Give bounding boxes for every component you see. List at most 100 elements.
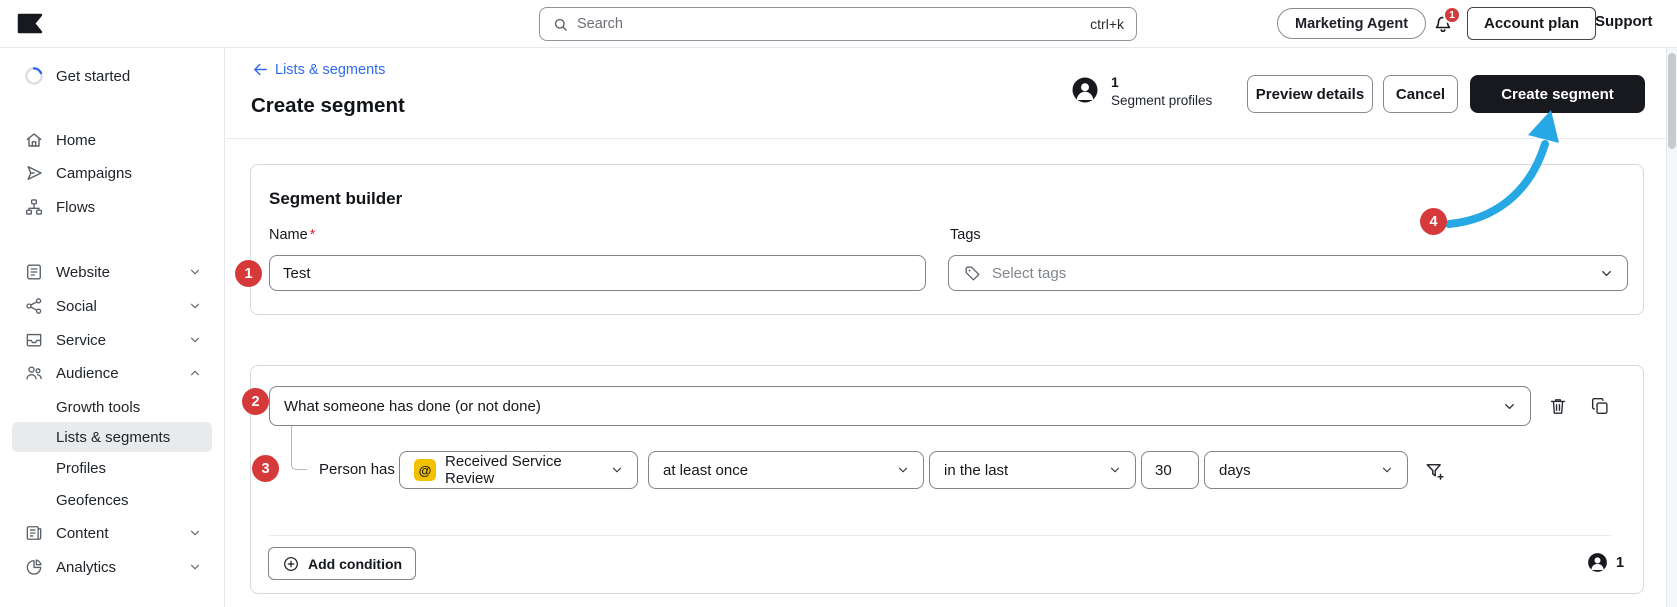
sidebar-label: Growth tools xyxy=(56,398,141,416)
people-icon xyxy=(24,363,44,383)
chevron-down-icon xyxy=(610,463,624,477)
account-plan-button[interactable]: Account plan xyxy=(1467,7,1597,40)
add-filter-button[interactable] xyxy=(1421,458,1447,484)
scrollbar-thumb[interactable] xyxy=(1668,53,1676,149)
annotation-step-2: 2 xyxy=(242,388,269,415)
sidebar-label: Audience xyxy=(56,364,119,382)
sidebar-item-campaigns[interactable]: Campaigns xyxy=(12,158,212,188)
filter-plus-icon xyxy=(1423,460,1446,483)
annotation-step-4: 4 xyxy=(1420,208,1447,235)
condition-count-value: 1 xyxy=(1616,554,1625,571)
chevron-down-icon xyxy=(1380,463,1394,477)
inbox-icon xyxy=(24,330,44,350)
trash-icon xyxy=(1547,395,1569,417)
sidebar-item-geofences[interactable]: Geofences xyxy=(12,485,212,515)
frequency-value: at least once xyxy=(663,461,749,479)
sidebar-item-lists-segments[interactable]: Lists & segments xyxy=(12,422,212,452)
tags-label: Tags xyxy=(950,227,981,243)
segment-profiles-summary: 1 Segment profiles xyxy=(1071,74,1212,109)
chevron-down-icon xyxy=(1502,399,1517,414)
delete-condition-button[interactable] xyxy=(1545,393,1571,419)
segment-name-input[interactable] xyxy=(269,255,926,291)
flow-icon xyxy=(24,197,44,217)
sidebar-item-content[interactable]: Content xyxy=(12,518,212,548)
chevron-down-icon xyxy=(188,333,202,347)
bell-icon xyxy=(1431,16,1455,38)
segment-builder-card: Segment builder Name* Tags Select tags xyxy=(250,164,1644,315)
vertical-scrollbar[interactable] xyxy=(1666,48,1677,607)
back-arrow-icon xyxy=(252,61,269,78)
sidebar-item-social[interactable]: Social xyxy=(12,291,212,321)
timeframe-value: in the last xyxy=(944,461,1009,479)
segment-builder-title: Segment builder xyxy=(269,189,403,208)
condition-card: What someone has done (or not done) Pers… xyxy=(250,365,1644,594)
chevron-down-icon xyxy=(1599,266,1614,281)
progress-ring-icon xyxy=(24,66,44,86)
global-search[interactable]: ctrl+k xyxy=(539,7,1137,41)
cancel-button[interactable]: Cancel xyxy=(1383,75,1458,113)
required-asterisk: * xyxy=(309,227,316,243)
klaviyo-logo-icon[interactable] xyxy=(16,11,44,41)
annotation-step-1: 1 xyxy=(235,260,262,287)
frequency-select[interactable]: at least once xyxy=(648,451,924,489)
main-content: Lists & segments Create segment 1 Segmen… xyxy=(226,48,1666,607)
sidebar-label: Geofences xyxy=(56,491,129,509)
sidebar-label: Get started xyxy=(56,67,131,85)
unit-select[interactable]: days xyxy=(1204,451,1408,489)
plus-circle-icon xyxy=(282,555,300,573)
amount-input[interactable] xyxy=(1141,451,1199,489)
sidebar-item-growth-tools[interactable]: Growth tools xyxy=(12,392,212,422)
annotation-step-3: 3 xyxy=(252,455,279,482)
sidebar-label: Campaigns xyxy=(56,164,132,182)
event-value: Received Service Review xyxy=(445,453,562,487)
back-to-lists-link[interactable]: Lists & segments xyxy=(252,61,385,78)
share-icon xyxy=(24,296,44,316)
condition-tree-connector xyxy=(291,426,307,470)
condition-definition-select[interactable]: What someone has done (or not done) xyxy=(269,386,1531,426)
person-circle-icon xyxy=(1071,76,1099,109)
chevron-down-icon xyxy=(896,463,910,477)
create-segment-button[interactable]: Create segment xyxy=(1470,75,1645,113)
search-input[interactable] xyxy=(577,16,1083,32)
pie-chart-icon xyxy=(24,557,44,577)
duplicate-condition-button[interactable] xyxy=(1587,393,1613,419)
sidebar-item-service[interactable]: Service xyxy=(12,325,212,355)
sidebar-label: Analytics xyxy=(56,558,117,576)
tags-select[interactable]: Select tags xyxy=(948,255,1628,291)
sidebar-item-flows[interactable]: Flows xyxy=(12,192,212,222)
sidebar-label: Flows xyxy=(56,198,96,216)
sidebar-label: Lists & segments xyxy=(56,428,171,446)
support-link[interactable]: Support xyxy=(1595,13,1653,30)
name-label: Name * xyxy=(269,227,316,243)
person-circle-icon xyxy=(1587,552,1608,573)
event-select[interactable]: @ Received Service Review xyxy=(399,451,638,489)
sidebar-item-home[interactable]: Home xyxy=(12,125,212,155)
profile-count: 1 xyxy=(1111,74,1119,90)
marketing-agent-button[interactable]: Marketing Agent xyxy=(1277,8,1427,39)
tags-placeholder: Select tags xyxy=(992,264,1067,282)
chevron-down-icon xyxy=(188,560,202,574)
topbar: ctrl+k Marketing Agent 1 Account plan Su… xyxy=(0,0,1677,48)
sidebar-item-profiles[interactable]: Profiles xyxy=(12,453,212,483)
chevron-down-icon xyxy=(188,265,202,279)
chevron-down-icon xyxy=(188,526,202,540)
chevron-down-icon xyxy=(188,299,202,313)
sidebar-item-get-started[interactable]: Get started xyxy=(12,61,212,91)
chevron-down-icon xyxy=(1108,463,1122,477)
header-divider xyxy=(226,138,1666,139)
search-icon xyxy=(552,16,569,33)
sidebar-label: Home xyxy=(56,131,97,149)
sidebar-label: Social xyxy=(56,297,97,315)
add-condition-button[interactable]: Add condition xyxy=(268,547,417,580)
chevron-up-icon xyxy=(188,366,202,380)
condition-profile-count: 1 xyxy=(1587,552,1624,573)
timeframe-select[interactable]: in the last xyxy=(929,451,1136,489)
search-shortcut: ctrl+k xyxy=(1090,16,1124,32)
unit-value: days xyxy=(1219,461,1251,479)
sidebar-item-analytics[interactable]: Analytics xyxy=(12,552,212,582)
sidebar-item-website[interactable]: Website xyxy=(12,257,212,287)
sidebar-item-audience[interactable]: Audience xyxy=(12,358,212,388)
home-icon xyxy=(24,130,44,150)
sidebar: Get started Home Campaigns Flows Website xyxy=(0,48,225,607)
preview-details-button[interactable]: Preview details xyxy=(1247,75,1373,113)
